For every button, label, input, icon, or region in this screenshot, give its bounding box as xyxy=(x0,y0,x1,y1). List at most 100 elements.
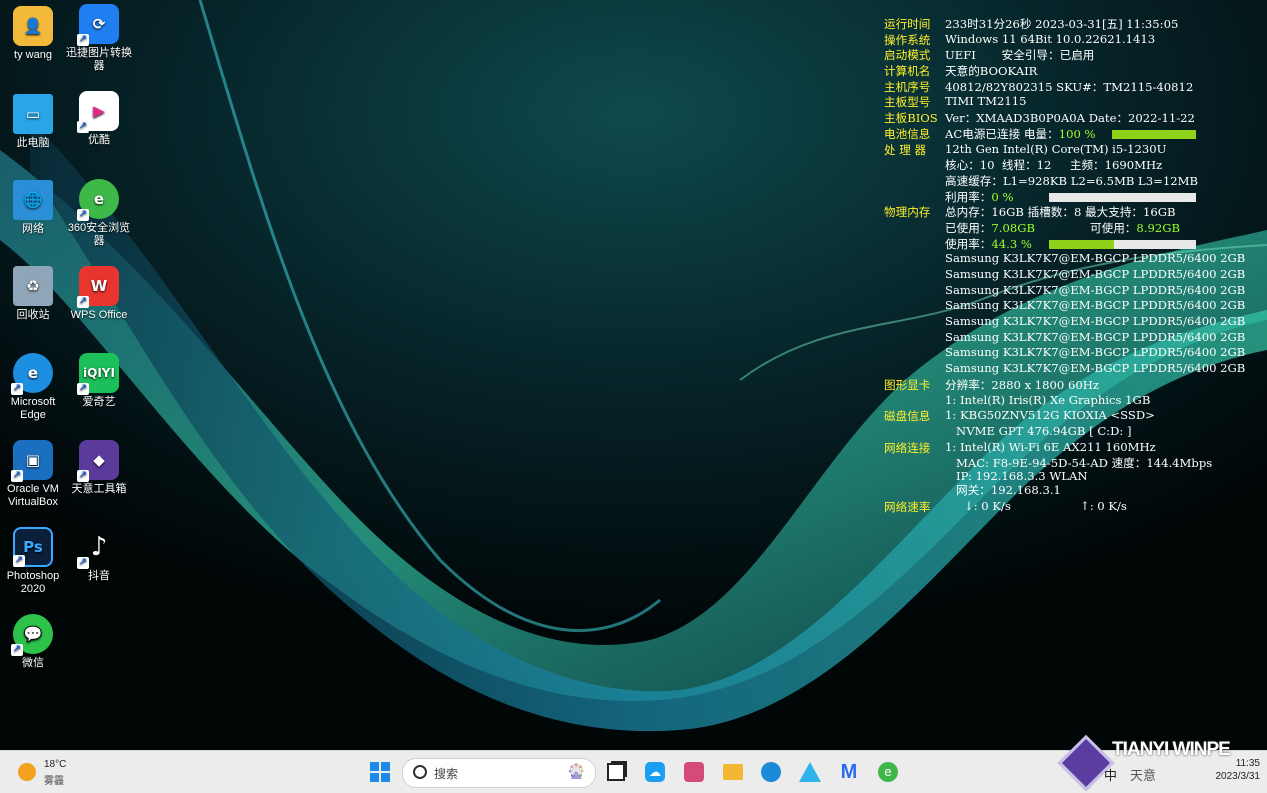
icon-label: 迅捷图片转换器 xyxy=(66,47,132,72)
icon-label: 爱奇艺 xyxy=(82,396,116,408)
desktop-icon-toolbox[interactable]: ◆ ↗ 天意工具箱 xyxy=(66,440,132,496)
search-box[interactable]: 搜索 🎡 xyxy=(402,758,596,788)
network-gateway: 网关：192.168.3.1 xyxy=(945,483,1061,498)
task-view-button[interactable] xyxy=(603,759,629,785)
disk-line2-row: NVME GPT 476.94GB [ C:D: ] xyxy=(884,424,1264,440)
hostname-label: 计算机名 xyxy=(884,64,931,79)
clock-time: 11:35 xyxy=(1235,758,1260,769)
serial-label: 主机序号 xyxy=(884,79,931,94)
bios-label: 主板BIOS xyxy=(884,111,938,126)
battery-bar-fill xyxy=(1112,129,1196,139)
weather-temp: 18°C xyxy=(44,759,67,770)
image-converter-icon: ⟳ ↗ xyxy=(77,4,119,46)
search-placeholder: 搜索 xyxy=(434,767,459,781)
memory-module: Samsung K3LK7K7@EM-BGCP LPDDR5/6400 2GB xyxy=(945,345,1246,360)
desktop-icon-wechat[interactable]: 💬 ↗ 微信 xyxy=(0,614,66,670)
cpu-cores-row: 核心：10 线程：12 主频：1690MHz xyxy=(884,157,1264,173)
cpu-label: 处 理 器 xyxy=(884,142,927,157)
weather-icon xyxy=(18,763,36,781)
cpu-usage-label: 利用率： xyxy=(945,189,992,204)
icon-label: 天意工具箱 xyxy=(71,483,127,495)
desktop-icon-wps[interactable]: W ↗ WPS Office xyxy=(66,266,132,322)
runtime-value: 233时31分26秒 2023-03-31[五] 11:35:05 xyxy=(945,17,1179,31)
taskbar-image-app[interactable] xyxy=(681,759,707,785)
taskbar-edge[interactable] xyxy=(758,759,784,785)
icon-label: 优酷 xyxy=(88,134,110,146)
icon-label: 回收站 xyxy=(16,309,50,321)
desktop-icon-network[interactable]: 🌐 网络 xyxy=(0,180,66,236)
wps-icon: W ↗ xyxy=(77,266,119,308)
board-label: 主板型号 xyxy=(884,95,931,110)
memory-module-row: Samsung K3LK7K7@EM-BGCP LPDDR5/6400 2GB xyxy=(884,345,1264,361)
icon-label: Oracle VM VirtualBox xyxy=(7,483,59,508)
memory-module-row: Samsung K3LK7K7@EM-BGCP LPDDR5/6400 2GB xyxy=(884,314,1264,330)
hostname-row: 计算机名 天意的BOOKAIR xyxy=(884,63,1264,79)
speed-down: ↓: 0 K/s xyxy=(964,499,1011,514)
desktop-icon-virtualbox[interactable]: ▣ ↗ Oracle VM VirtualBox xyxy=(0,440,66,509)
taskbar-alist-app[interactable] xyxy=(797,759,823,785)
desktop-icon-360-browser[interactable]: e ↗ 360安全浏览器 xyxy=(66,179,132,248)
network-row: 网络连接 1: Intel(R) Wi-Fi 6E AX211 160MHz xyxy=(884,440,1264,456)
serial-row: 主机序号 40812/82Y802315 SKU#：TM2115-40812 xyxy=(884,79,1264,95)
task-view-icon xyxy=(607,763,625,781)
weather-desc: 雾霾 xyxy=(44,776,64,787)
network-ip-row: IP: 192.168.3.3 WLAN xyxy=(884,469,1264,483)
taskbar-cloud-app[interactable]: ☁ xyxy=(642,759,668,785)
memory-usage-bar xyxy=(1049,239,1196,249)
virtualbox-icon: ▣ ↗ xyxy=(11,440,53,482)
youku-icon: ▶ ↗ xyxy=(77,91,119,133)
disk-label: 磁盘信息 xyxy=(884,409,931,424)
taskbar-360-browser[interactable]: e xyxy=(875,759,901,785)
icon-label: 微信 xyxy=(22,657,44,669)
icon-label: Photoshop 2020 xyxy=(6,570,60,595)
taskbar-file-explorer[interactable] xyxy=(720,759,746,785)
desktop-icon-user-folder[interactable]: 👤 ty wang xyxy=(0,6,66,62)
network-gateway-row: 网关：192.168.3.1 xyxy=(884,482,1264,499)
clock[interactable]: 11:35 2023/3/31 xyxy=(1200,757,1261,783)
tray-ime[interactable]: 天意 xyxy=(1130,765,1156,784)
disk-line1: 1: KBG50ZNV512G KIOXIA <SSD> xyxy=(945,408,1155,423)
cpu-cache: 高速缓存：L1=928KB L2=6.5MB L3=12MB xyxy=(945,173,1198,188)
gpu-card: 1: Intel(R) Iris(R) Xe Graphics 1GB xyxy=(945,392,1151,407)
cpu-cache-row: 高速缓存：L1=928KB L2=6.5MB L3=12MB xyxy=(884,173,1264,189)
speed-row: 网络速率 ↓: 0 K/s ↑: 0 K/s xyxy=(884,499,1264,515)
desktop-icon-recycle-bin[interactable]: ♻ 回收站 xyxy=(0,266,66,322)
memory-used-row: 已使用：7.08GB 可使用：8.92GB xyxy=(884,220,1264,236)
tray-language[interactable]: 中 xyxy=(1104,765,1117,784)
search-icon xyxy=(413,765,427,779)
network-ip: IP: 192.168.3.3 WLAN xyxy=(945,468,1088,483)
desktop-icon-iqiyi[interactable]: iQIYI ↗ 爱奇艺 xyxy=(66,353,132,409)
memory-module: Samsung K3LK7K7@EM-BGCP LPDDR5/6400 2GB xyxy=(945,298,1246,313)
desktop-icon-douyin[interactable]: ♪ ↗ 抖音 xyxy=(66,527,132,583)
cpu-usage-row: 利用率：0 % xyxy=(884,189,1264,205)
cpu-cores: 核心：10 线程：12 主频：1690MHz xyxy=(945,158,1163,173)
memory-module-row: Samsung K3LK7K7@EM-BGCP LPDDR5/6400 2GB xyxy=(884,267,1264,283)
memory-label: 物理内存 xyxy=(884,205,931,220)
taskbar-mail-app[interactable]: M xyxy=(836,759,862,785)
battery-bar xyxy=(1112,129,1196,139)
battery-row: 电池信息 AC电源已连接 电量：100 % xyxy=(884,126,1264,142)
start-button[interactable] xyxy=(367,759,393,785)
memory-usage-label: 使用率： xyxy=(945,236,992,251)
weather-widget[interactable]: 18°C 雾霾 xyxy=(16,758,86,787)
bios-row: 主板BIOS Ver：XMAAD3B0P0A0A Date：2022-11-22 xyxy=(884,110,1264,126)
douyin-icon: ♪ ↗ xyxy=(77,531,108,569)
icon-label: 抖音 xyxy=(88,570,110,582)
os-value: Windows 11 64Bit 10.0.22621.1413 xyxy=(945,31,1156,46)
battery-percent: 100 % xyxy=(1058,126,1096,141)
desktop-icon-this-pc[interactable]: ▭ 此电脑 xyxy=(0,94,66,150)
bios-value: Ver：XMAAD3B0P0A0A Date：2022-11-22 xyxy=(945,111,1195,126)
icon-label: Microsoft Edge xyxy=(10,396,56,421)
desktop-icon-image-converter[interactable]: ⟳ ↗ 迅捷图片转换器 xyxy=(66,4,132,73)
m-logo-icon: M xyxy=(840,760,858,783)
desktop-icon-edge[interactable]: e ↗ Microsoft Edge xyxy=(0,353,66,422)
edge-icon: e ↗ xyxy=(11,353,53,395)
image-app-icon xyxy=(684,762,704,782)
gpu-resolution: 分辨率：2880 x 1800 60Hz xyxy=(945,377,1099,392)
search-highlight-icon: 🎡 xyxy=(567,763,585,779)
system-info-panel: 运行时间 233时31分26秒 2023-03-31[五] 11:35:05 操… xyxy=(884,16,1264,515)
360-browser-icon: e ↗ xyxy=(77,179,119,221)
desktop-icon-youku[interactable]: ▶ ↗ 优酷 xyxy=(66,91,132,147)
desktop-icon-photoshop[interactable]: Ps ↗ Photoshop 2020 xyxy=(0,527,66,596)
board-row: 主板型号 TIMI TM2115 xyxy=(884,94,1264,110)
